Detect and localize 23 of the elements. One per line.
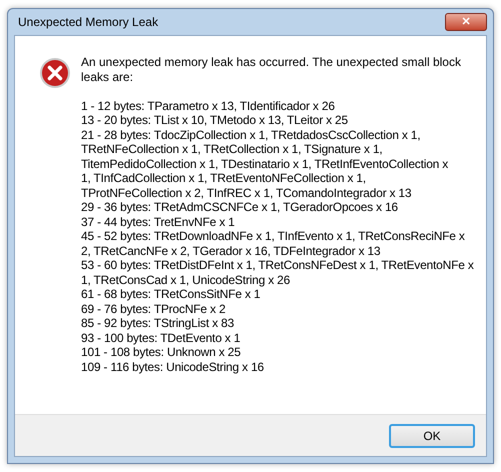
leak-line: 69 - 76 bytes: TProcNFe x 2 — [81, 302, 226, 316]
leak-line: 85 - 92 bytes: TStringList x 83 — [81, 316, 235, 330]
error-message: An unexpected memory leak has occurred. The unexpected small block leaks are: — [81, 55, 462, 84]
window-title: Unexpected Memory Leak — [18, 14, 158, 31]
leak-line: 93 - 100 bytes: TDetEvento x 1 — [81, 330, 242, 345]
error-icon — [39, 57, 71, 89]
leak-line: 21 - 28 bytes: TdocZipCollection x 1, TRetdadosCscCollection x 1, — [81, 128, 422, 142]
leak-line: 1, TRetConsCad x 1, UnicodeString x 26 — [81, 272, 291, 287]
leak-line: 37 - 44 bytes: TretEnvNFe x 1 — [81, 214, 236, 229]
leak-line: 1, TInfCadCollection x 1, TRetEventoNFeCollection x 1, — [81, 171, 367, 186]
leak-line: 109 - 116 bytes: UnicodeString x 16 — [81, 360, 265, 374]
leak-line: 61 - 68 bytes: TRetConsSitNFe x 1 — [81, 287, 262, 302]
leak-line: 13 - 20 bytes: TList x 10, TMetodo x 13, TLeitor x 25 — [81, 113, 349, 128]
leak-line: 1 - 12 bytes: TParametro x 13, TIdentificador x 26 — [81, 98, 336, 113]
leak-line: 29 - 36 bytes: TRetAdmCSCNFCe x 1, TGeradorOpcoes x 16 — [81, 200, 399, 214]
ok-button[interactable]: OK — [389, 424, 475, 448]
leak-line: 45 - 52 bytes: TRetDownloadNFe x 1, TInfEvento x 1, TRetConsReciNFe x — [81, 229, 466, 244]
leak-line: TProtNFeCollection x 2, TInfREC x 1, TComandoIntegrador x 13 — [81, 186, 412, 200]
leak-line: 53 - 60 bytes: TRetDistDFeInt x 1, TRetConsNFeDest x 1, TRetEventoNFe x — [81, 258, 475, 272]
leak-line: 2, TRetCancNFe x 2, TGerador x 16, TDFeIntegrador x 13 — [81, 244, 382, 258]
leak-line: TRetNFeCollection x 1, TRetCollection x 1, TSignature x 1, — [81, 142, 384, 156]
leak-line: TitemPedidoCollection x 1, TDestinatario x 1, TRetInfEventoCollection x — [81, 156, 450, 171]
leak-line: 101 - 108 bytes: Unknown x 25 — [81, 345, 242, 360]
